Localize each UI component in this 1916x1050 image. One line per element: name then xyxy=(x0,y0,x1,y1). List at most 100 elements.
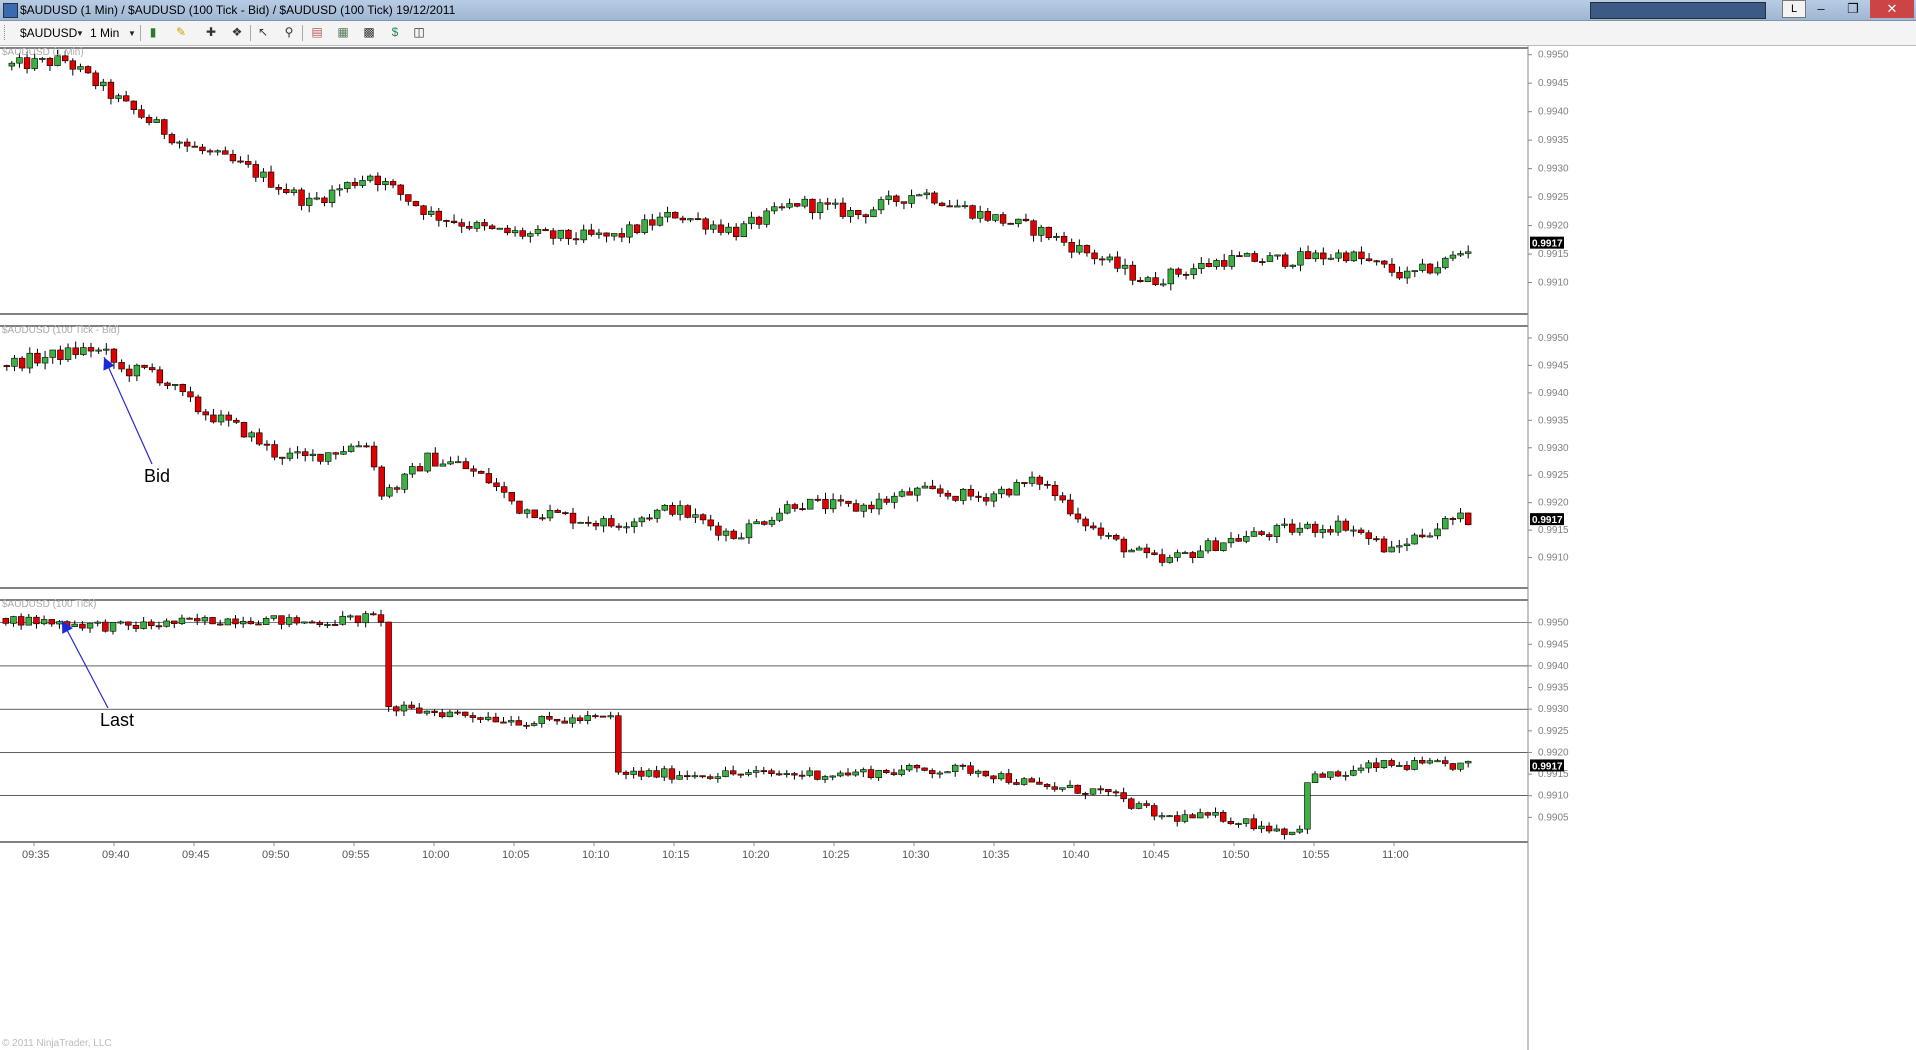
candle-body xyxy=(562,512,569,515)
candle-body xyxy=(860,504,867,512)
candle-body xyxy=(1204,812,1212,816)
candle-body xyxy=(1143,803,1150,806)
candle-body xyxy=(1051,786,1058,790)
candle-body xyxy=(1357,529,1365,533)
cursor-tool-icon[interactable]: ↖ xyxy=(256,25,270,39)
candle-body xyxy=(768,519,776,525)
candle-body xyxy=(584,715,591,721)
x-tick-label: 10:40 xyxy=(1062,849,1090,861)
y-tick-label: 0.9935 xyxy=(1538,415,1569,426)
candle-body xyxy=(1350,770,1357,776)
instrument-selector[interactable]: $AUDUSD xyxy=(20,26,77,40)
candle-body xyxy=(669,505,676,515)
candle-body xyxy=(1304,782,1311,830)
close-icon[interactable]: ✕ xyxy=(1870,0,1914,18)
candle-body xyxy=(344,182,351,190)
candle-body xyxy=(275,187,282,190)
chart-trader-icon[interactable]: ▤ xyxy=(310,25,324,39)
y-tick-label: 0.9930 xyxy=(1538,164,1569,175)
add-indicator-icon[interactable]: ✚ xyxy=(204,25,218,39)
link-button[interactable]: L xyxy=(1782,0,1806,18)
candle-body xyxy=(25,616,33,626)
x-tick-label: 10:45 xyxy=(1142,849,1170,861)
candle-body xyxy=(57,349,64,360)
candle-body xyxy=(183,141,191,147)
copyright-text: © 2011 NinjaTrader, LLC xyxy=(2,1038,112,1049)
x-tick-label: 10:25 xyxy=(822,849,850,861)
time-axis: 09:35 09:40 09:45 09:50 09:55 10:00 10:05 10:10… xyxy=(22,842,1409,861)
candle-body xyxy=(171,620,178,624)
label-layer: 0.9950 0.9945 0.9940 0.9935 0.9930 0.9925 0.99… xyxy=(2,47,1569,823)
candle-body xyxy=(209,617,216,625)
candle-body xyxy=(1175,268,1182,275)
candle-body xyxy=(492,716,500,723)
candle-body xyxy=(339,615,346,625)
candle-body xyxy=(400,704,408,712)
annotation-arrow-line xyxy=(61,620,109,709)
candle-body xyxy=(646,517,653,520)
candle-body xyxy=(875,498,883,510)
candle-body xyxy=(103,348,110,351)
candle-body xyxy=(763,210,770,225)
candle-body xyxy=(255,623,262,626)
candle-body xyxy=(954,205,961,208)
instrument-dropdown-icon[interactable]: ▼ xyxy=(76,29,84,38)
candle-body xyxy=(416,466,424,472)
candle-body xyxy=(1296,828,1303,833)
candle-body xyxy=(56,621,63,625)
candle-body xyxy=(485,473,493,484)
candle-body xyxy=(1426,760,1434,764)
candle-body xyxy=(538,716,545,724)
chart-style-icon[interactable]: ▮ xyxy=(146,25,160,39)
candle-body xyxy=(270,615,278,619)
candle-body xyxy=(1411,534,1418,545)
candle-body xyxy=(393,487,401,490)
candle-body xyxy=(216,623,224,626)
dollar-icon[interactable]: $ xyxy=(388,25,402,39)
interval-dropdown-icon[interactable]: ▼ xyxy=(128,29,136,38)
candle-body xyxy=(355,445,362,448)
candle-body xyxy=(252,164,260,178)
candle-body xyxy=(944,492,952,497)
candle-body xyxy=(377,614,385,623)
candle-body xyxy=(1403,270,1411,279)
templates-icon[interactable]: ◫ xyxy=(412,25,426,39)
candle-body xyxy=(1258,825,1265,830)
candle-body xyxy=(1235,823,1242,825)
y-tick-label: 0.9950 xyxy=(1538,333,1569,344)
interval-selector[interactable]: 1 Min xyxy=(90,26,119,40)
candle-body xyxy=(1059,495,1066,501)
chart-area[interactable]: 0.9950 0.9945 0.9940 0.9935 0.9930 0.9925 0.99… xyxy=(0,46,1916,1050)
y-tick-label: 0.9925 xyxy=(1538,470,1569,481)
candle-body xyxy=(473,222,481,229)
candle-body xyxy=(1137,279,1144,282)
candle-body xyxy=(102,621,109,632)
restore-icon[interactable]: ❐ xyxy=(1838,0,1868,18)
candle-body xyxy=(161,119,168,135)
zoom-icon[interactable]: ⚲ xyxy=(282,25,296,39)
candle-body xyxy=(210,414,217,423)
candle-body xyxy=(393,706,400,712)
candle-body xyxy=(638,517,646,523)
candle-body xyxy=(569,512,577,524)
candle-body xyxy=(179,384,187,393)
candle-body xyxy=(1105,535,1112,537)
candle-body xyxy=(1060,235,1068,243)
candle-body xyxy=(684,775,691,778)
properties-icon[interactable]: ▩ xyxy=(362,25,376,39)
annotation-layer: Bid Last xyxy=(61,356,170,730)
minimize-icon[interactable]: – xyxy=(1806,0,1836,18)
toolbar-separator xyxy=(250,25,251,41)
candle-body xyxy=(729,770,737,775)
candle-body xyxy=(305,197,313,206)
candle-body xyxy=(1266,534,1273,537)
strategy-icon[interactable]: ❖ xyxy=(230,25,244,39)
drawing-tool-pencil-icon[interactable]: ✎ xyxy=(174,25,188,39)
data-box-icon[interactable]: ▦ xyxy=(336,25,350,39)
candle-body xyxy=(1311,773,1319,783)
candle-body xyxy=(1013,782,1020,785)
candle-body xyxy=(1304,523,1311,529)
candle-body xyxy=(140,621,147,629)
candle-body xyxy=(496,227,504,230)
candle-body xyxy=(16,57,23,64)
